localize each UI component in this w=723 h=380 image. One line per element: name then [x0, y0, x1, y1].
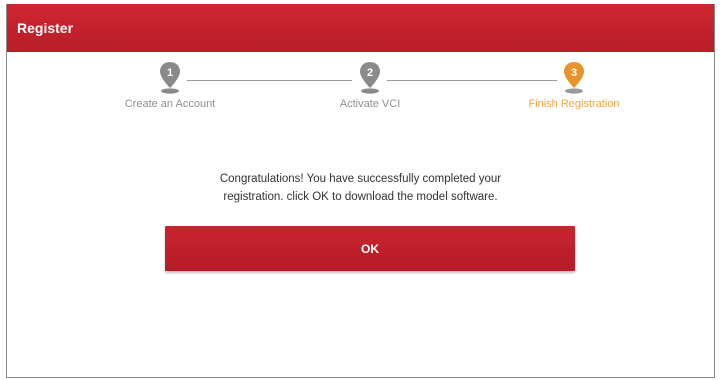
registration-stepper: 1 Create an Account 2 Activate VCI 3 Fin… [7, 60, 714, 130]
step-3-pin-icon: 3 [564, 62, 584, 94]
ok-button[interactable]: OK [165, 226, 575, 271]
step-finish-registration: 3 Finish Registration [499, 60, 649, 110]
success-message-line-2: registration. click OK to download the m… [223, 191, 498, 203]
step-create-account: 1 Create an Account [95, 60, 245, 110]
success-message-line-1: Congratulations! You have successfully c… [219, 173, 502, 185]
step-1-label: Create an Account [124, 98, 216, 110]
step-activate-vci: 2 Activate VCI [295, 60, 445, 110]
step-2-number: 2 [367, 67, 373, 79]
success-message: Congratulations! You have successfully c… [7, 170, 714, 206]
dialog-title: Register [7, 4, 714, 52]
step-1-number: 1 [167, 67, 173, 79]
step-2-label: Activate VCI [339, 98, 401, 110]
register-dialog: Register 1 Create an Account 2 Activate … [6, 4, 715, 378]
step-3-label: Finish Registration [528, 98, 620, 110]
step-3-number: 3 [571, 67, 577, 79]
step-2-pin-icon: 2 [360, 62, 380, 94]
step-1-pin-icon: 1 [160, 62, 180, 94]
